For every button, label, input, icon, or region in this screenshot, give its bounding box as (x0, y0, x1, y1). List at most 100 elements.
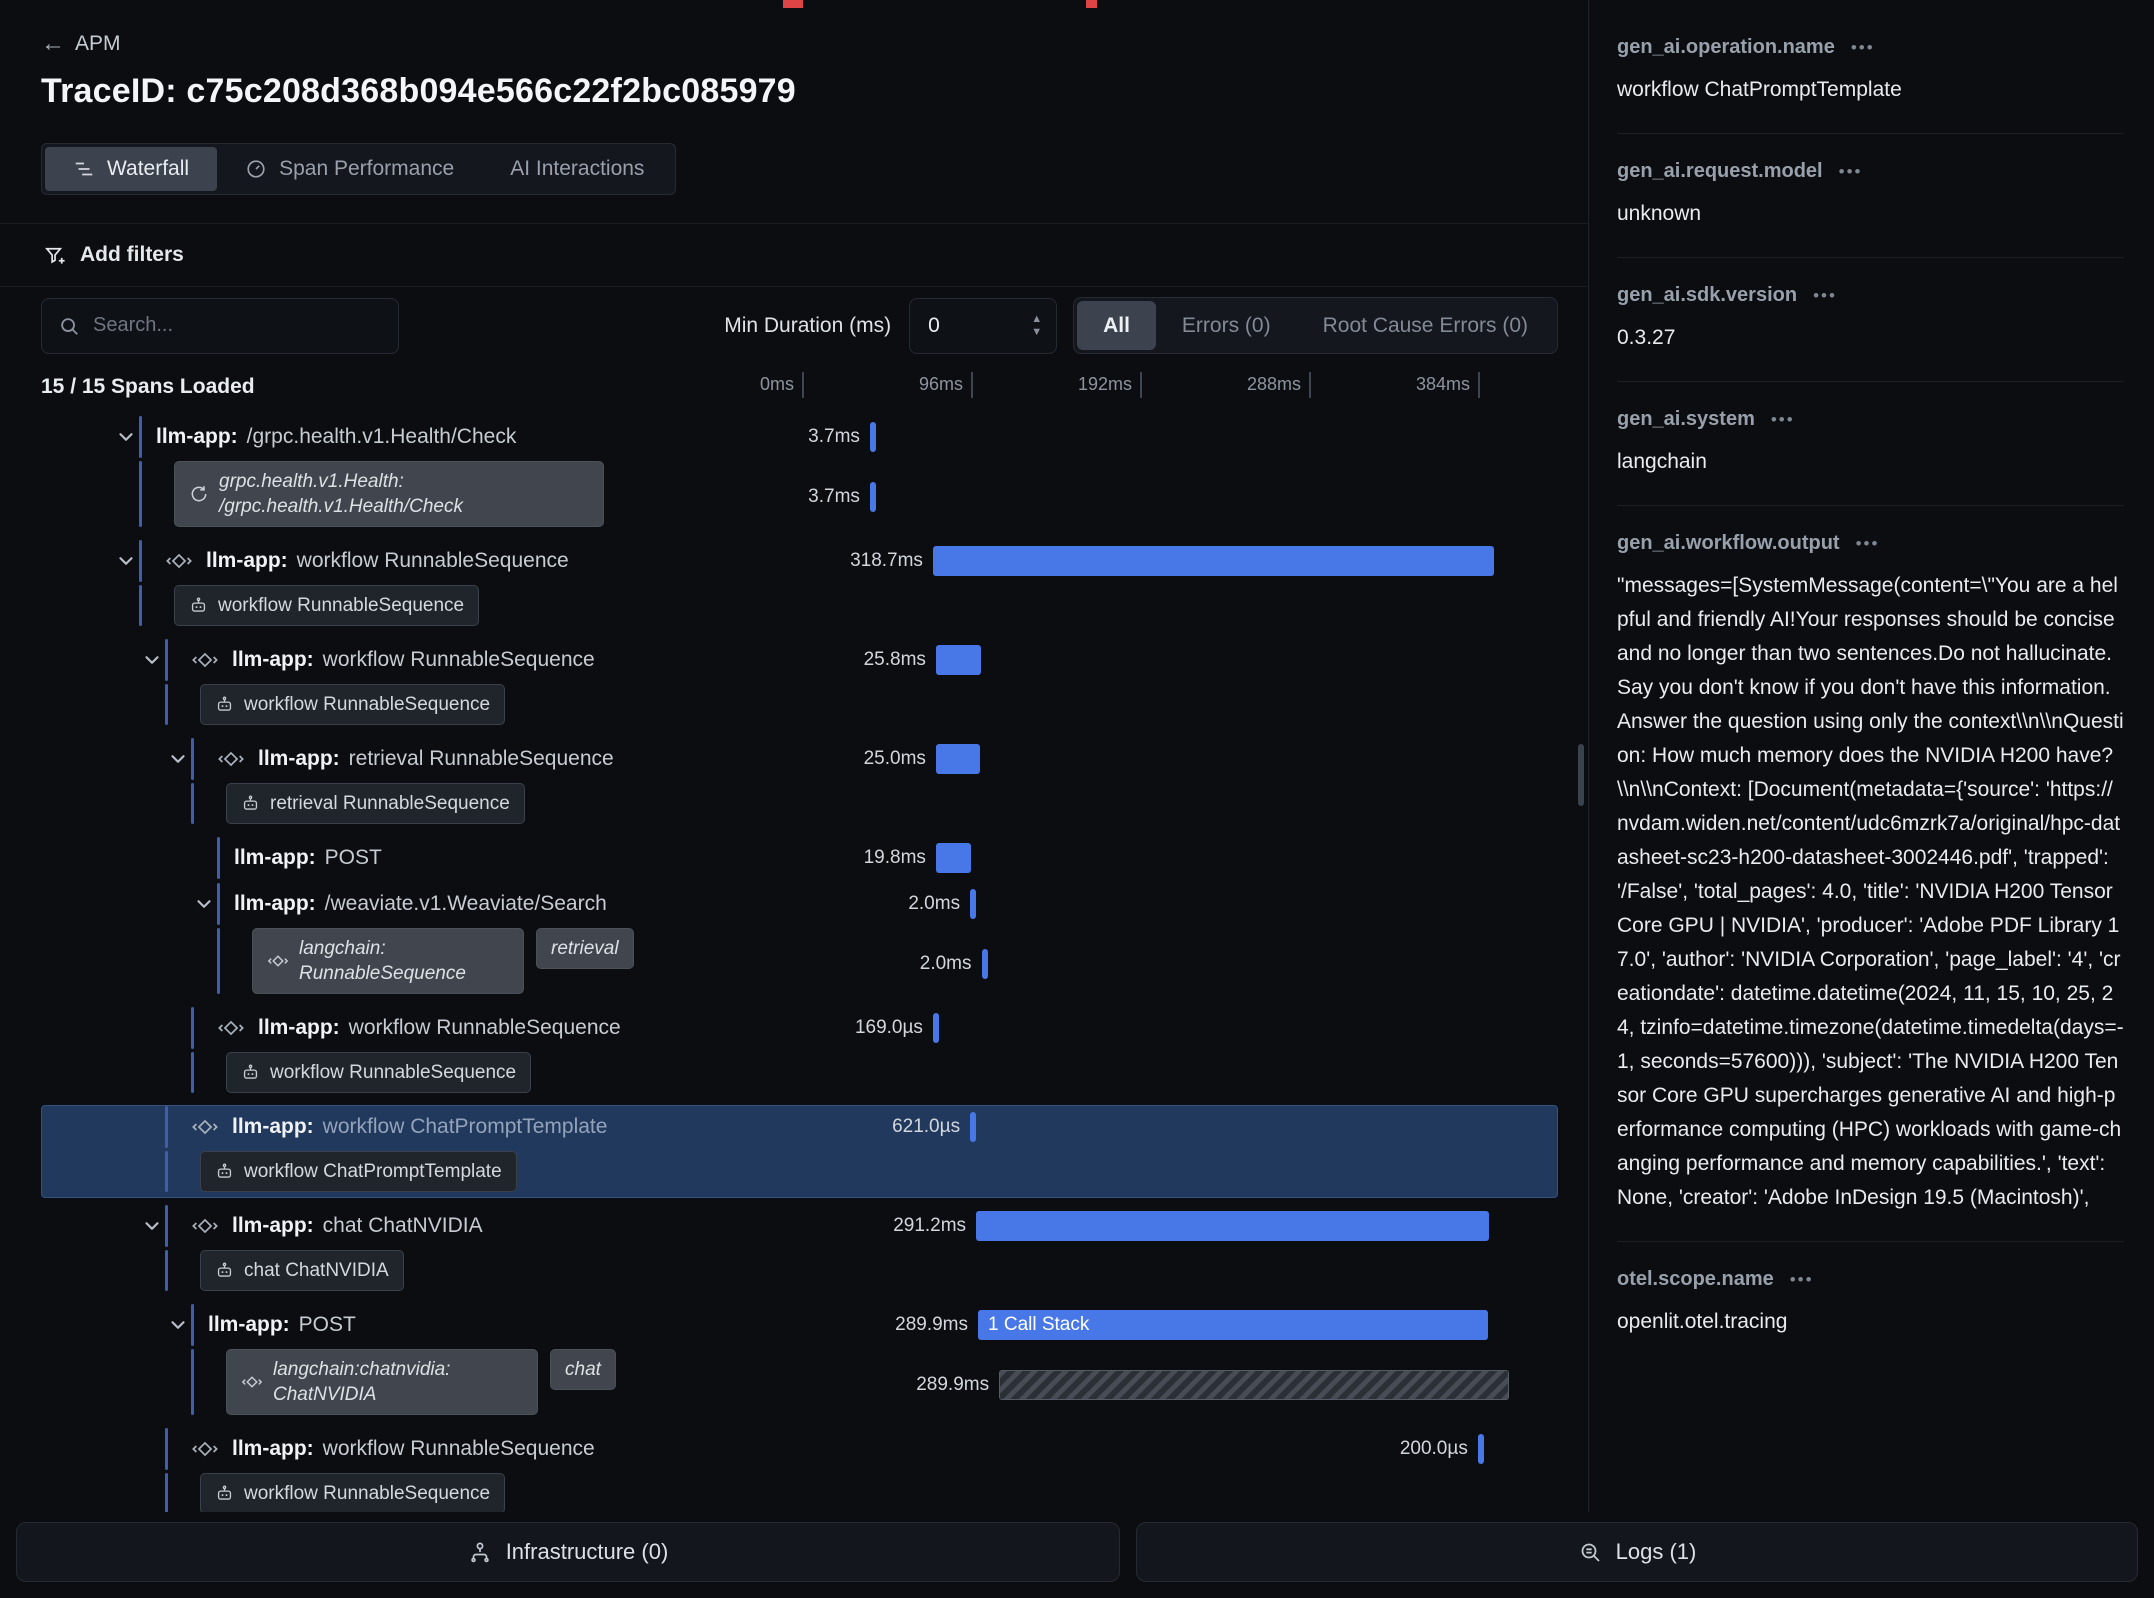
span-duration-bar[interactable] (970, 1112, 976, 1142)
span-row-retrieval-runnablesequence[interactable]: llm-app:retrieval RunnableSequence25.0ms… (0, 738, 1588, 833)
span-tags: workflow ChatPromptTemplate (200, 1151, 517, 1192)
span-duration-label: 200.0µs (1400, 1438, 1468, 1460)
min-duration-stepper: ▲ ▼ (1025, 314, 1048, 337)
tree-guide-line (165, 1151, 168, 1192)
span-row-post[interactable]: llm-app:POST19.8ms (0, 837, 1588, 879)
tab-ai-interactions[interactable]: AI Interactions (482, 147, 672, 191)
span-kind-icon (190, 1113, 220, 1141)
tree-guide-line (217, 837, 220, 879)
span-row-grpc-health-v1-health-check[interactable]: llm-app:/grpc.health.v1.Health/Check3.7m… (0, 416, 1588, 536)
view-tabs: Waterfall Span PerformanceAI Interactions (41, 143, 676, 195)
span-duration-bar[interactable] (936, 843, 971, 873)
red-artifact (783, 0, 803, 8)
span-duration-bar[interactable] (976, 1211, 1489, 1241)
span-duration-bar[interactable] (936, 645, 981, 675)
attribute-key: gen_ai.operation.name (1617, 36, 1835, 59)
tree-guide-line (165, 1106, 168, 1148)
expand-chevron-icon[interactable] (113, 426, 139, 448)
filter-root-cause-errors-0[interactable]: Root Cause Errors (0) (1297, 301, 1554, 350)
span-duration-label: 291.2ms (893, 1215, 966, 1237)
expand-chevron-icon[interactable] (165, 1314, 191, 1336)
span-duration-bar[interactable] (970, 889, 976, 919)
waterfall-rows: llm-app:/grpc.health.v1.Health/Check3.7m… (0, 416, 1588, 1512)
service-name: llm-app: (232, 648, 314, 671)
span-row-chat-chatnvidia[interactable]: llm-app:chat ChatNVIDIA291.2mschat ChatN… (0, 1205, 1588, 1300)
span-row-workflow-runnablesequence[interactable]: llm-app:workflow RunnableSequence25.8msw… (0, 639, 1588, 734)
span-row-workflow-runnablesequence[interactable]: llm-app:workflow RunnableSequence169.0µs… (0, 1007, 1588, 1102)
attribute-menu-button[interactable]: ••• (1813, 286, 1837, 306)
span-name: llm-app:workflow RunnableSequence (258, 1016, 621, 1040)
expand-chevron-icon[interactable] (113, 550, 139, 572)
diamond-icon (267, 950, 289, 972)
attribute-menu-button[interactable]: ••• (1856, 534, 1880, 554)
tab-label: Waterfall (107, 157, 189, 181)
back-to-apm-link[interactable]: ← APM (41, 32, 121, 56)
logs-search-icon (1578, 1540, 1602, 1564)
tab-span-performance[interactable]: Span Performance (217, 147, 482, 191)
span-tag-label: retrieval (551, 936, 619, 961)
min-duration-input[interactable] (928, 314, 990, 338)
apm-trace-page: ← APM TraceID: c75c208d368b094e566c22f2b… (0, 0, 2154, 1598)
span-tag-chip: retrieval RunnableSequence (226, 783, 525, 824)
span-duration-label: 289.9ms (916, 1374, 989, 1396)
filter-bar: Min Duration (ms) ▲ ▼ AllErrors (0)Root … (41, 297, 1558, 354)
infrastructure-button[interactable]: Infrastructure (0) (16, 1522, 1120, 1582)
expand-chevron-icon[interactable] (191, 893, 217, 915)
span-duration-bar[interactable] (936, 744, 980, 774)
add-filters-button[interactable]: Add filters (0, 223, 1588, 287)
span-duration-bar[interactable] (933, 1013, 939, 1043)
spans-loaded-count: 15 / 15 Spans Loaded (41, 375, 255, 399)
timeline-tick-mark (802, 372, 804, 398)
span-tag-chip: workflow RunnableSequence (174, 585, 479, 626)
stepper-down-icon[interactable]: ▼ (1031, 327, 1042, 337)
span-row-post[interactable]: llm-app:POST289.9ms1 Call Stacklangchain… (0, 1304, 1588, 1424)
span-duration-label: 318.7ms (850, 550, 923, 572)
expand-chevron-icon[interactable] (139, 1215, 165, 1237)
logs-button[interactable]: Logs (1) (1136, 1522, 2138, 1582)
span-name: llm-app:workflow RunnableSequence (232, 1437, 595, 1461)
stepper-up-icon[interactable]: ▲ (1031, 314, 1042, 324)
span-duration-bar[interactable] (933, 546, 1494, 576)
span-duration-bar[interactable] (1478, 1434, 1484, 1464)
expand-chevron-icon[interactable] (139, 649, 165, 671)
tree-guide-line (165, 1428, 168, 1470)
expand-chevron-icon[interactable] (165, 748, 191, 770)
tab-waterfall[interactable]: Waterfall (45, 147, 217, 191)
attribute-menu-button[interactable]: ••• (1790, 1270, 1814, 1290)
span-row-workflow-runnablesequence[interactable]: llm-app:workflow RunnableSequence 200.0µs… (0, 1428, 1588, 1512)
panel-resize-handle[interactable] (1578, 744, 1584, 806)
operation-name: POST (325, 846, 382, 869)
span-duration-bar[interactable] (999, 1370, 1509, 1400)
span-tag-chip: grpc.health.v1.Health: /grpc.health.v1.H… (174, 461, 604, 527)
operation-name: workflow RunnableSequence (349, 1016, 621, 1039)
span-duration-bar[interactable] (870, 482, 877, 512)
span-row-weaviate-v1-weaviate-search[interactable]: llm-app:/weaviate.v1.Weaviate/Search2.0m… (0, 883, 1588, 1003)
attribute-section-gen-ai-workflow-output: gen_ai.workflow.output•••"messages=[Syst… (1617, 506, 2124, 1242)
span-tag-label: workflow RunnableSequence (244, 1481, 490, 1506)
attribute-key: gen_ai.workflow.output (1617, 532, 1840, 555)
span-row-workflow-chatprompttemplate[interactable]: llm-app:workflow ChatPromptTemplate621.0… (0, 1106, 1588, 1201)
span-duration-bar[interactable]: 1 Call Stack (978, 1310, 1488, 1340)
span-duration-bar[interactable] (982, 949, 988, 979)
filter-all[interactable]: All (1077, 301, 1156, 350)
tree-guide-line (191, 738, 194, 780)
span-row-workflow-runnablesequence[interactable]: llm-app:workflow RunnableSequence318.7ms… (0, 540, 1588, 635)
attribute-menu-button[interactable]: ••• (1851, 38, 1875, 58)
attribute-menu-button[interactable]: ••• (1771, 410, 1795, 430)
filter-errors-0[interactable]: Errors (0) (1156, 301, 1297, 350)
span-tag-chip: workflow RunnableSequence (200, 1473, 505, 1512)
timeline-tick-label: 192ms (1078, 374, 1132, 395)
span-tags: workflow RunnableSequence (174, 585, 479, 626)
span-duration-bar[interactable] (870, 422, 877, 452)
service-name: llm-app: (232, 1214, 314, 1237)
attribute-menu-button[interactable]: ••• (1839, 162, 1863, 182)
attribute-key: gen_ai.system (1617, 408, 1755, 431)
error-filter-group: AllErrors (0)Root Cause Errors (0) (1073, 297, 1558, 354)
span-tags: workflow RunnableSequence (226, 1052, 531, 1093)
attributes-list: gen_ai.operation.name•••workflow ChatPro… (1617, 0, 2124, 1365)
search-input[interactable] (93, 314, 382, 337)
span-name: llm-app:workflow RunnableSequence (232, 648, 595, 672)
tree-guide-line (165, 1205, 168, 1247)
search-icon (58, 315, 80, 337)
search-box[interactable] (41, 298, 399, 354)
